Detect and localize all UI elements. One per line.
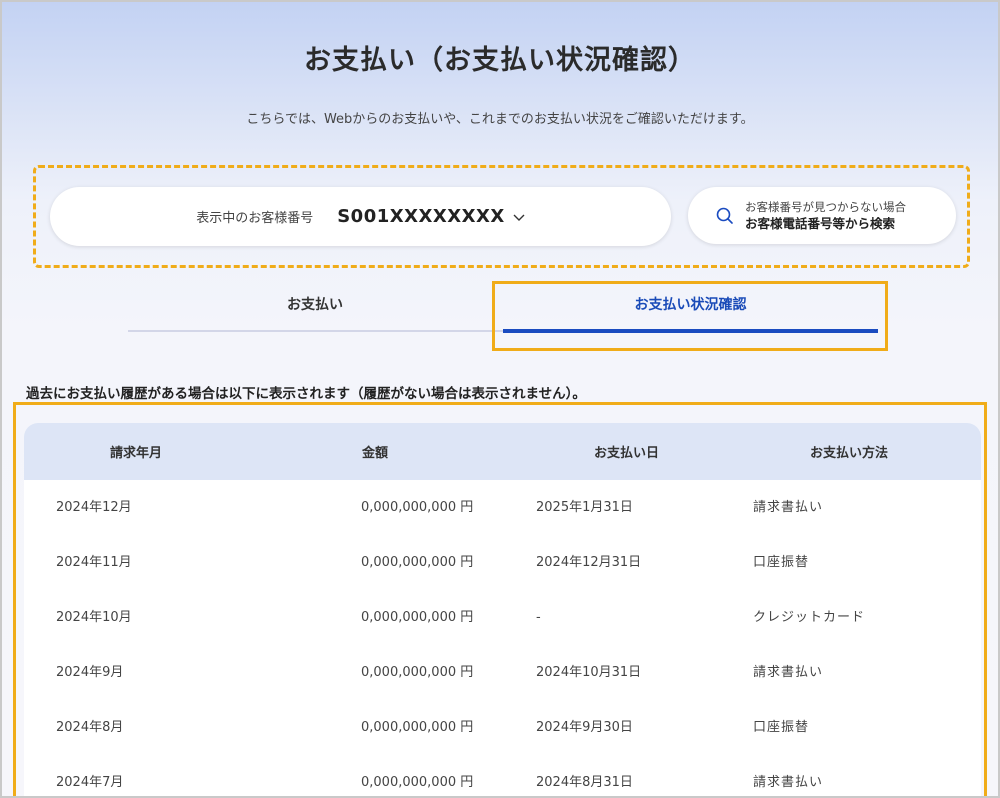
search-main-label: お客様電話番号等から検索 bbox=[745, 215, 896, 231]
search-icon bbox=[716, 207, 733, 224]
tab-payment[interactable]: お支払い bbox=[128, 284, 502, 330]
tab-highlight bbox=[492, 281, 888, 351]
customer-number-selector[interactable]: 表示中のお客様番号 S001XXXXXXXX bbox=[50, 187, 671, 246]
customer-number-value: S001XXXXXXXX bbox=[337, 206, 505, 227]
search-by-phone-button[interactable]: お客様番号が見つからない場合 お客様電話番号等から検索 bbox=[688, 187, 956, 244]
customer-number-label: 表示中のお客様番号 bbox=[196, 211, 314, 226]
table-highlight bbox=[13, 402, 987, 796]
history-note: 過去にお支払い履歴がある場合は以下に表示されます（履歴がない場合は表示されません… bbox=[26, 386, 586, 402]
page-description: こちらでは、Webからのお支払いや、これまでのお支払い状況をご確認いただけます。 bbox=[246, 112, 754, 127]
page-frame: お支払い（お支払い状況確認） こちらでは、Webからのお支払いや、これまでのお支… bbox=[0, 0, 1000, 798]
page-title: お支払い（お支払い状況確認） bbox=[304, 45, 696, 76]
chevron-down-icon bbox=[513, 214, 525, 221]
search-sub-label: お客様番号が見つからない場合 bbox=[745, 199, 906, 214]
